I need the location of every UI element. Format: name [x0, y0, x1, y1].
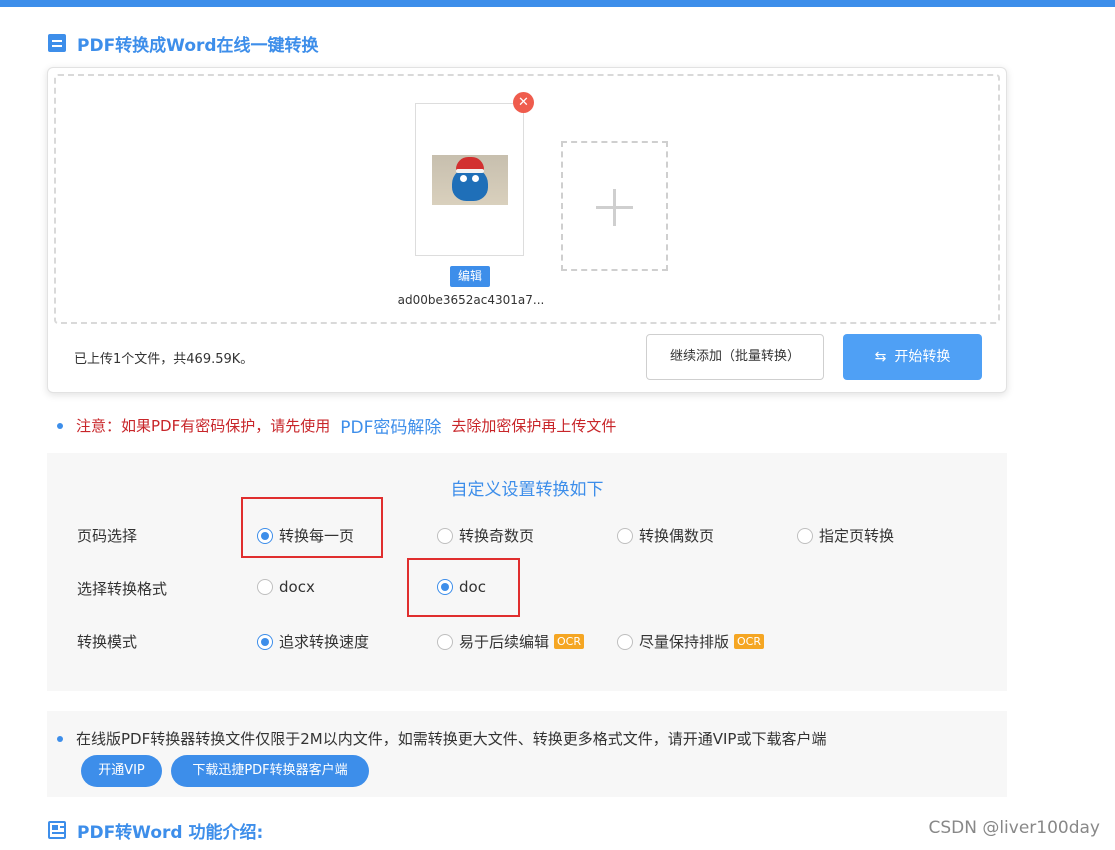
top-accent-bar: [0, 0, 1115, 7]
password-notice: 注意：如果PDF有密码保护，请先使用 PDF密码解除 去除加密保护再上传文件: [57, 413, 616, 438]
upload-panel: ✕ 编辑 ad00be3652ac4301a7... 已上传1个文件，共469.…: [47, 67, 1007, 393]
radio-page-even[interactable]: 转换偶数页: [617, 525, 714, 546]
conversion-settings: 自定义设置转换如下 页码选择 转换每一页 转换奇数页 转换偶数页 指定页转换 选…: [47, 453, 1007, 691]
format-label: 选择转换格式: [77, 580, 168, 598]
document-icon: [48, 34, 66, 52]
drop-zone[interactable]: ✕ 编辑 ad00be3652ac4301a7...: [54, 74, 1000, 324]
radio-mode-editable[interactable]: 易于后续编辑 OCR: [437, 631, 584, 652]
info-panel: 在线版PDF转换器转换文件仅限于2M以内文件，如需转换更大文件、转换更多格式文件…: [47, 711, 1007, 797]
info-text-row: 在线版PDF转换器转换文件仅限于2M以内文件，如需转换更大文件、转换更多格式文件…: [57, 728, 826, 749]
start-convert-button[interactable]: ⇆ 开始转换: [843, 334, 982, 380]
highlight-box-page: [241, 497, 383, 558]
continue-add-button[interactable]: 继续添加（批量转换）: [646, 334, 824, 380]
intro-icon: [48, 821, 66, 839]
radio-mode-speed[interactable]: 追求转换速度: [257, 631, 369, 652]
add-file-button[interactable]: [561, 141, 668, 271]
password-remove-link[interactable]: PDF密码解除: [340, 413, 441, 438]
radio-page-custom[interactable]: 指定页转换: [797, 525, 894, 546]
start-convert-label: 开始转换: [894, 349, 951, 365]
info-text: 在线版PDF转换器转换文件仅限于2M以内文件，如需转换更大文件、转换更多格式文件…: [76, 730, 827, 748]
page-title: PDF转换成Word在线一键转换: [77, 35, 319, 56]
settings-title: 自定义设置转换如下: [450, 480, 604, 500]
notice-prefix: 注意：如果PDF有密码保护，请先使用: [76, 417, 331, 435]
page-title-row: PDF转换成Word在线一键转换: [48, 31, 319, 56]
remove-file-button[interactable]: ✕: [513, 92, 534, 113]
download-client-button[interactable]: 下载迅捷PDF转换器客户端: [171, 755, 369, 787]
intro-title-row: PDF转Word 功能介绍:: [48, 818, 264, 843]
intro-title: PDF转Word 功能介绍:: [77, 822, 264, 843]
ocr-badge: OCR: [734, 634, 764, 649]
page-select-label: 页码选择: [77, 527, 138, 545]
notice-suffix: 去除加密保护再上传文件: [451, 417, 617, 435]
watermark: CSDN @liver100day: [928, 818, 1100, 838]
highlight-box-format: [407, 558, 520, 617]
radio-mode-layout[interactable]: 尽量保持排版 OCR: [617, 631, 764, 652]
file-thumbnail[interactable]: [415, 103, 524, 256]
mode-label: 转换模式: [77, 633, 138, 651]
upload-status: 已上传1个文件，共469.59K。: [74, 352, 254, 367]
ocr-badge: OCR: [554, 634, 584, 649]
open-vip-button[interactable]: 开通VIP: [81, 755, 162, 787]
file-name: ad00be3652ac4301a7...: [397, 293, 545, 307]
swap-icon: ⇆: [874, 349, 887, 365]
file-preview-image: [432, 155, 508, 205]
bullet-dot: [57, 735, 63, 742]
edit-file-button[interactable]: 编辑: [450, 266, 490, 287]
radio-format-docx[interactable]: docx: [257, 578, 315, 596]
radio-page-odd[interactable]: 转换奇数页: [437, 525, 534, 546]
bullet-dot: [57, 422, 63, 429]
